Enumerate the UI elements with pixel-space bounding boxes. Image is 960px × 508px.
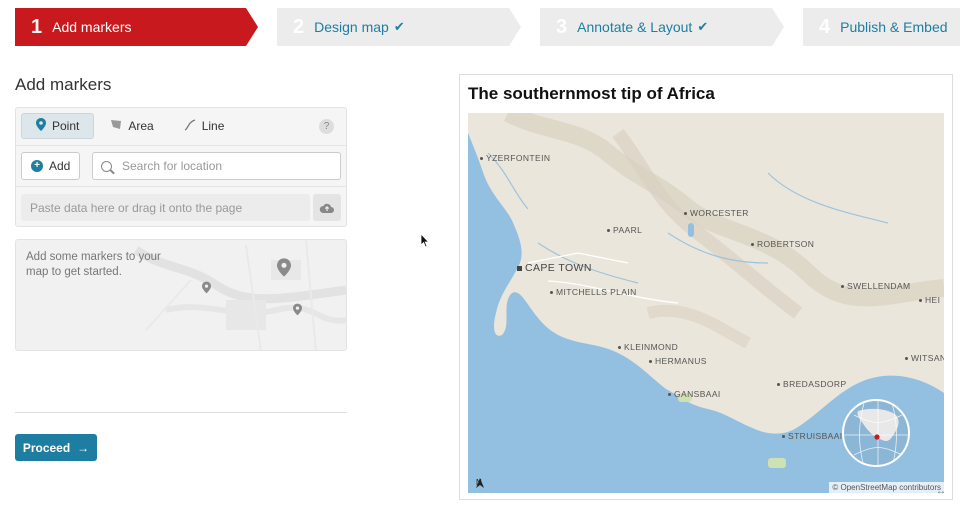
place-label: PAARL	[607, 225, 642, 235]
panel-title: Add markers	[15, 75, 112, 94]
paste-placeholder: Paste data here or drag it onto the page	[30, 200, 243, 215]
step-arrow	[246, 8, 258, 46]
tab-label: Area	[128, 119, 154, 133]
plus-icon: +	[31, 160, 43, 172]
area-flag-icon	[110, 119, 122, 133]
checkmark-icon: ✔	[393, 19, 405, 34]
search-icon	[101, 160, 112, 172]
arrow-right-icon: →	[77, 440, 90, 455]
place-label: STRUISBAAI	[782, 431, 843, 441]
north-arrow-icon	[476, 478, 484, 488]
place-label: HERMANUS	[649, 356, 707, 366]
north-arrow: N	[476, 478, 484, 488]
step-label: Annotate & Layout	[577, 19, 693, 35]
place-label: YZERFONTEIN	[480, 153, 550, 163]
map-pin-icon	[277, 258, 291, 277]
globe-icon	[844, 401, 908, 465]
location-search-input[interactable]: Search for location	[92, 152, 341, 180]
place-label: BREDASDORP	[777, 379, 847, 389]
tab-line[interactable]: Line	[170, 113, 239, 139]
tab-label: Line	[201, 119, 225, 133]
help-icon[interactable]: ?	[319, 119, 334, 134]
step-number: 1	[31, 15, 43, 38]
map-preview: The southernmost tip of Africa YZERFONTE…	[459, 74, 953, 500]
step-number: 4	[819, 15, 831, 38]
step-progress: 1 Add markers 2 Design map ✔ 3 Annotate …	[15, 8, 960, 46]
map-title[interactable]: The southernmost tip of Africa	[468, 84, 715, 104]
row-divider	[16, 145, 346, 146]
row-divider	[16, 186, 346, 187]
step-label: Add markers	[52, 19, 132, 35]
empty-markers-placeholder: Add some markers to your map to get star…	[15, 239, 347, 351]
marker-type-tabs: Point Area Line	[21, 113, 240, 139]
map-attribution[interactable]: © OpenStreetMap contributors	[829, 482, 944, 493]
step-design-map[interactable]: 2 Design map ✔	[277, 8, 521, 46]
place-label: WITSAN	[905, 353, 944, 363]
tab-area[interactable]: Area	[96, 113, 167, 139]
add-label: Add	[49, 159, 71, 173]
step-number: 3	[556, 15, 568, 38]
section-divider	[15, 412, 347, 413]
place-label: ROBERTSON	[751, 239, 814, 249]
step-number: 2	[293, 15, 305, 38]
empty-hint-text: Add some markers to your map to get star…	[26, 251, 161, 278]
place-label: SWELLENDAM	[841, 281, 911, 291]
tab-label: Point	[52, 119, 80, 133]
step-label: Design map	[314, 19, 389, 35]
mouse-cursor-icon	[420, 233, 430, 248]
map-pin-icon	[36, 118, 46, 134]
tab-point[interactable]: Point	[21, 113, 95, 139]
map-pin-icon	[202, 281, 211, 294]
proceed-label: Proceed	[22, 440, 71, 455]
place-label: HEI	[919, 295, 940, 305]
place-label: MITCHELLS PLAIN	[550, 287, 637, 297]
resize-handle-icon[interactable]: ↔	[936, 486, 946, 497]
add-marker-button[interactable]: + Add	[21, 152, 80, 180]
cloud-upload-icon	[319, 203, 334, 213]
step-add-markers[interactable]: 1 Add markers	[15, 8, 258, 46]
place-label: KLEINMOND	[618, 342, 678, 352]
locator-globe	[842, 399, 910, 467]
step-label: Publish & Embed	[840, 19, 948, 35]
place-label: WORCESTER	[684, 208, 749, 218]
proceed-button[interactable]: Proceed →	[15, 434, 97, 461]
step-annotate-layout[interactable]: 3 Annotate & Layout ✔	[540, 8, 784, 46]
marker-input-box: Point Area Line ? + Add Search for locat…	[15, 107, 347, 227]
step-publish-embed[interactable]: 4 Publish & Embed	[803, 8, 960, 46]
paste-data-input[interactable]: Paste data here or drag it onto the page	[21, 194, 310, 221]
map-canvas[interactable]: YZERFONTEIN WORCESTER PAARL ROBERTSON CA…	[468, 113, 944, 493]
map-pin-icon	[293, 303, 302, 316]
search-placeholder: Search for location	[122, 159, 223, 173]
step-arrow	[509, 8, 521, 46]
place-label: CAPE TOWN	[517, 262, 592, 274]
line-icon	[184, 118, 196, 134]
place-label: GANSBAAI	[668, 389, 721, 399]
upload-cloud-button[interactable]	[313, 194, 341, 221]
step-arrow	[772, 8, 784, 46]
checkmark-icon: ✔	[697, 19, 709, 34]
